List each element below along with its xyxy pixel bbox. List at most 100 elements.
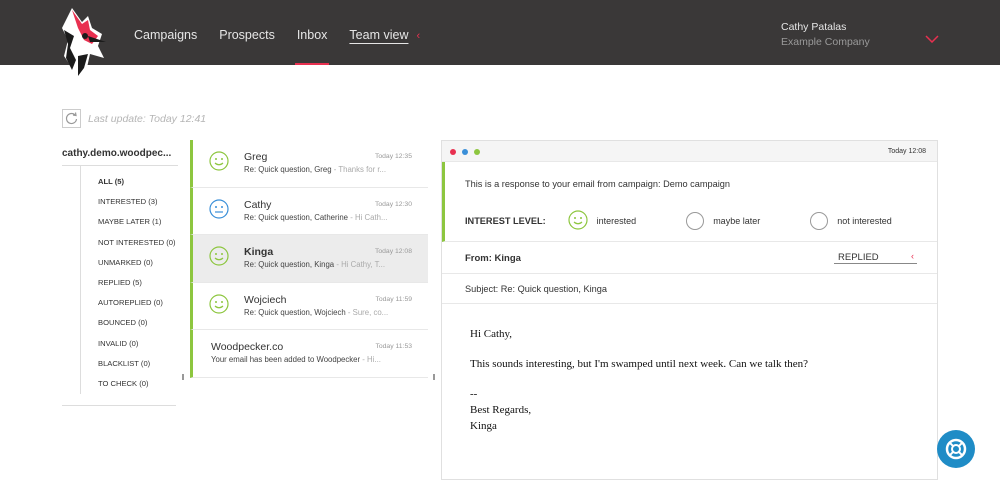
message-preview: - Sure, co...	[347, 307, 389, 317]
interest-option-interested[interactable]: interested	[568, 210, 637, 232]
message-preview: - Thanks for r...	[333, 165, 387, 174]
folder-not-interested[interactable]: NOT INTERESTED (0)	[81, 233, 178, 253]
user-menu[interactable]: Cathy Patalas Example Company	[781, 20, 870, 50]
smiley-interested-icon	[209, 246, 229, 271]
blue-dot-icon	[462, 149, 468, 155]
subject-row: Subject: Re: Quick question, Kinga	[442, 274, 937, 304]
message-preview: - Hi...	[362, 355, 381, 364]
interest-option-label: not interested	[837, 216, 892, 226]
message-time: Today 12:35	[374, 153, 412, 160]
folder-autoreplied[interactable]: AUTOREPLIED (0)	[81, 293, 178, 313]
refresh-icon[interactable]	[62, 109, 81, 128]
message-preview: - Hi Cathy, T...	[336, 260, 385, 269]
status-dropdown[interactable]: REPLIED ‹	[834, 251, 917, 264]
interest-option-not-interested[interactable]: not interested	[810, 212, 892, 230]
subject-line: Subject: Re: Quick question, Kinga	[465, 284, 607, 294]
message-time: Today 11:59	[375, 295, 412, 303]
message-item[interactable]: Wojciech Today 11:59 Re: Quick question,…	[190, 282, 428, 330]
message-timestamp: Today 12:08	[887, 148, 926, 155]
interest-option-label: maybe later	[713, 216, 761, 226]
nav-inbox[interactable]: Inbox	[294, 28, 329, 65]
user-name: Cathy Patalas	[781, 21, 847, 33]
sidebar-scrollbar[interactable]	[182, 374, 184, 380]
folder-blacklist[interactable]: BLACKLIST (0)	[81, 354, 178, 374]
folder-unmarked[interactable]: UNMARKED (0)	[81, 253, 178, 273]
smiley-interested-icon	[209, 151, 229, 176]
from-label: From: Kinga	[465, 253, 521, 264]
message-item[interactable]: Greg Today 12:35 Re: Quick question, Gre…	[190, 140, 428, 188]
message-snippet: Your email has been added to Woodpecker …	[211, 355, 416, 364]
last-update-text: Last update: Today 12:41	[88, 112, 207, 125]
folder-to-check[interactable]: TO CHECK (0)	[81, 374, 178, 394]
message-body: Hi Cathy, This sounds interesting, but I…	[442, 304, 937, 434]
folder-interested[interactable]: INTERESTED (3)	[81, 192, 178, 212]
message-list: Greg Today 12:35 Re: Quick question, Gre…	[190, 140, 428, 378]
panel-header: Today 12:08	[442, 141, 937, 162]
message-time: Today 12:30	[374, 200, 412, 208]
message-item[interactable]: Cathy Today 12:30 Re: Quick question, Ca…	[190, 187, 428, 235]
sidebar-divider	[62, 394, 176, 407]
message-subject: Re: Quick question, Kinga	[244, 260, 335, 269]
folder-maybe-later[interactable]: MAYBE LATER (1)	[81, 212, 178, 232]
message-sender: Kinga	[244, 246, 274, 258]
message-list-scrollbar[interactable]	[433, 374, 435, 380]
message-sender: Woodpecker.co	[211, 341, 284, 353]
message-time: Today 11:53	[375, 343, 412, 350]
folder-bounced[interactable]: BOUNCED (0)	[81, 313, 178, 333]
interest-option-maybe-later[interactable]: maybe later	[686, 212, 760, 230]
body-signature: Kinga	[470, 420, 497, 432]
account-name[interactable]: cathy.demo.woodpec...	[62, 148, 178, 166]
message-item[interactable]: Woodpecker.co Today 11:53 Your email has…	[190, 330, 428, 378]
body-text: This sounds interesting, but I'm swamped…	[470, 358, 809, 370]
message-time: Today 12:08	[374, 248, 412, 255]
message-subject: Re: Quick question, Greg	[244, 165, 332, 174]
folder-replied[interactable]: REPLIED (5)	[81, 273, 178, 293]
folder-sidebar: cathy.demo.woodpec... ALL (5) INTERESTED…	[62, 148, 178, 407]
interest-level-selector: INTEREST LEVEL: interested maybe later n…	[465, 210, 892, 232]
message-preview: - Hi Cath...	[350, 212, 388, 222]
message-subject: Your email has been added to Woodpecker	[211, 355, 361, 364]
last-update: Last update: Today 12:41	[62, 109, 206, 128]
smiley-maybe-icon	[209, 198, 229, 224]
nav-campaigns[interactable]: Campaigns	[134, 28, 197, 42]
campaign-response-box: This is a response to your email from ca…	[442, 162, 937, 242]
message-snippet: Re: Quick question, Catherine - Hi Cath.…	[244, 213, 416, 222]
green-dot-icon	[474, 149, 480, 155]
top-navigation-bar: Campaigns Prospects Inbox Team view ‹ Cat…	[0, 0, 1000, 82]
folder-invalid[interactable]: INVALID (0)	[81, 334, 178, 354]
message-detail-panel: Today 12:08 This is a response to your e…	[441, 140, 938, 480]
radio-circle-icon	[810, 212, 829, 230]
status-value: REPLIED	[838, 252, 879, 263]
nav-team-view-label: Team view	[349, 28, 409, 42]
message-subject: Re: Quick question, Wojciech	[244, 307, 346, 317]
body-greeting: Hi Cathy,	[470, 328, 513, 340]
red-dot-icon	[450, 149, 456, 155]
nav-team-view[interactable]: Team view ‹	[349, 28, 420, 42]
help-lifebuoy-icon[interactable]	[937, 430, 975, 468]
nav-prospects[interactable]: Prospects	[219, 28, 275, 42]
user-company: Example Company	[781, 36, 870, 48]
message-snippet: Re: Quick question, Greg - Thanks for r.…	[244, 165, 416, 174]
interest-option-label: interested	[596, 216, 637, 226]
message-sender: Wojciech	[244, 293, 287, 306]
radio-circle-icon	[686, 212, 705, 230]
message-snippet: Re: Quick question, Kinga - Hi Cathy, T.…	[244, 260, 416, 269]
interest-level-label: INTEREST LEVEL:	[465, 216, 546, 226]
woodpecker-logo-icon[interactable]	[58, 6, 110, 86]
message-sender: Greg	[244, 151, 268, 163]
folder-all[interactable]: ALL (5)	[81, 172, 178, 192]
chevron-left-icon: ‹	[416, 30, 421, 42]
message-snippet: Re: Quick question, Wojciech - Sure, co.…	[244, 308, 416, 317]
chevron-left-icon: ‹	[911, 251, 914, 261]
smiley-interested-icon	[568, 210, 588, 232]
smiley-interested-icon	[209, 293, 229, 319]
message-subject: Re: Quick question, Catherine	[244, 212, 349, 222]
chevron-down-icon[interactable]	[925, 30, 939, 48]
main-nav: Campaigns Prospects Inbox Team view ‹	[134, 28, 420, 65]
campaign-response-line: This is a response to your email from ca…	[465, 179, 731, 189]
from-row: From: Kinga REPLIED ‹	[442, 242, 937, 274]
message-item-selected[interactable]: Kinga Today 12:08 Re: Quick question, Ki…	[190, 235, 428, 283]
body-separator: --	[470, 388, 478, 400]
message-sender: Cathy	[244, 198, 272, 211]
folder-list: ALL (5) INTERESTED (3) MAYBE LATER (1) N…	[80, 166, 178, 395]
